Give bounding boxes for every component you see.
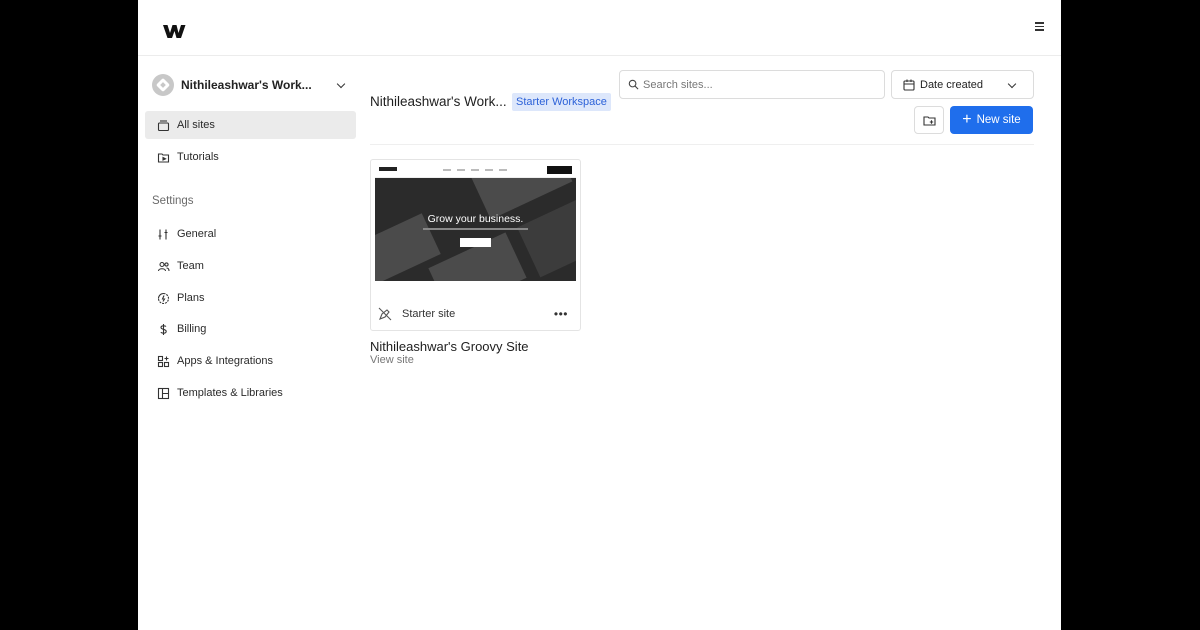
site-name[interactable]: Nithileashwar's Groovy Site xyxy=(370,339,529,354)
sidebar-item-label: All sites xyxy=(177,119,215,131)
thumbnail-hero: Grow your business. xyxy=(375,178,576,281)
sidebar-item-label: Tutorials xyxy=(177,151,219,163)
apps-icon xyxy=(157,355,170,368)
new-site-button[interactable]: + New site xyxy=(950,106,1033,134)
sidebar-item-team[interactable]: Team xyxy=(145,252,356,280)
workspace-name: Nithileashwar's Work... xyxy=(181,78,312,92)
site-plan-label: Starter site xyxy=(402,308,456,320)
unpublished-icon xyxy=(378,307,392,321)
thumbnail-headline: Grow your business. xyxy=(427,213,524,225)
settings-heading: Settings xyxy=(152,195,194,207)
plan-badge[interactable]: Starter Workspace xyxy=(512,93,611,111)
view-site-link[interactable]: View site xyxy=(370,354,414,366)
calendar-icon xyxy=(903,79,915,91)
plans-icon xyxy=(157,292,170,305)
dollar-icon xyxy=(157,323,170,336)
sidebar-item-label: Templates & Libraries xyxy=(177,387,283,399)
search-input[interactable] xyxy=(643,78,863,91)
sort-label: Date created xyxy=(920,78,983,91)
sidebar: Nithileashwar's Work... All sites Tutori… xyxy=(138,56,364,630)
top-bar xyxy=(138,0,1061,56)
more-options-icon[interactable]: ••• xyxy=(554,307,568,321)
page-title: Nithileashwar's Work... xyxy=(370,94,507,109)
sidebar-item-tutorials[interactable]: Tutorials xyxy=(145,143,356,171)
sidebar-item-all-sites[interactable]: All sites xyxy=(145,111,356,139)
templates-icon xyxy=(157,387,170,400)
site-card-footer: Starter site ••• xyxy=(371,298,580,330)
search-box[interactable] xyxy=(619,70,885,99)
sliders-icon xyxy=(157,228,170,241)
site-card[interactable]: Grow your business. Starter site ••• xyxy=(370,159,581,331)
main-content: Nithileashwar's Work... Starter Workspac… xyxy=(364,56,1061,630)
plus-icon: + xyxy=(962,111,972,128)
app-window: Nithileashwar's Work... All sites Tutori… xyxy=(138,0,1061,630)
sidebar-item-plans[interactable]: Plans xyxy=(145,284,356,312)
thumbnail-nav xyxy=(375,164,576,178)
search-icon xyxy=(628,79,639,90)
sidebar-item-label: Billing xyxy=(177,323,207,335)
divider xyxy=(370,144,1034,145)
sidebar-item-billing[interactable]: Billing xyxy=(145,315,356,343)
sidebar-item-general[interactable]: General xyxy=(145,220,356,248)
team-icon xyxy=(157,260,170,273)
folder-plus-icon xyxy=(922,115,936,126)
workspace-switcher[interactable]: Nithileashwar's Work... xyxy=(152,73,348,97)
sidebar-item-templates-libraries[interactable]: Templates & Libraries xyxy=(145,379,356,407)
sidebar-item-label: Team xyxy=(177,260,204,272)
chevron-down-icon xyxy=(1007,79,1017,89)
site-thumbnail[interactable]: Grow your business. xyxy=(375,164,576,281)
sidebar-item-label: Apps & Integrations xyxy=(177,355,274,367)
webflow-logo-icon[interactable] xyxy=(162,22,186,40)
new-folder-button[interactable] xyxy=(914,106,944,134)
hamburger-icon[interactable] xyxy=(1031,20,1047,36)
sidebar-item-label: Plans xyxy=(177,292,205,304)
tutorial-icon xyxy=(157,151,170,164)
sort-dropdown[interactable]: Date created xyxy=(891,70,1034,99)
sidebar-item-apps-integrations[interactable]: Apps & Integrations xyxy=(145,347,356,375)
new-site-label: New site xyxy=(976,114,1021,126)
chevron-down-icon xyxy=(336,79,346,89)
sidebar-item-label: General xyxy=(177,228,217,240)
sites-icon xyxy=(157,119,170,132)
workspace-avatar xyxy=(152,74,174,96)
